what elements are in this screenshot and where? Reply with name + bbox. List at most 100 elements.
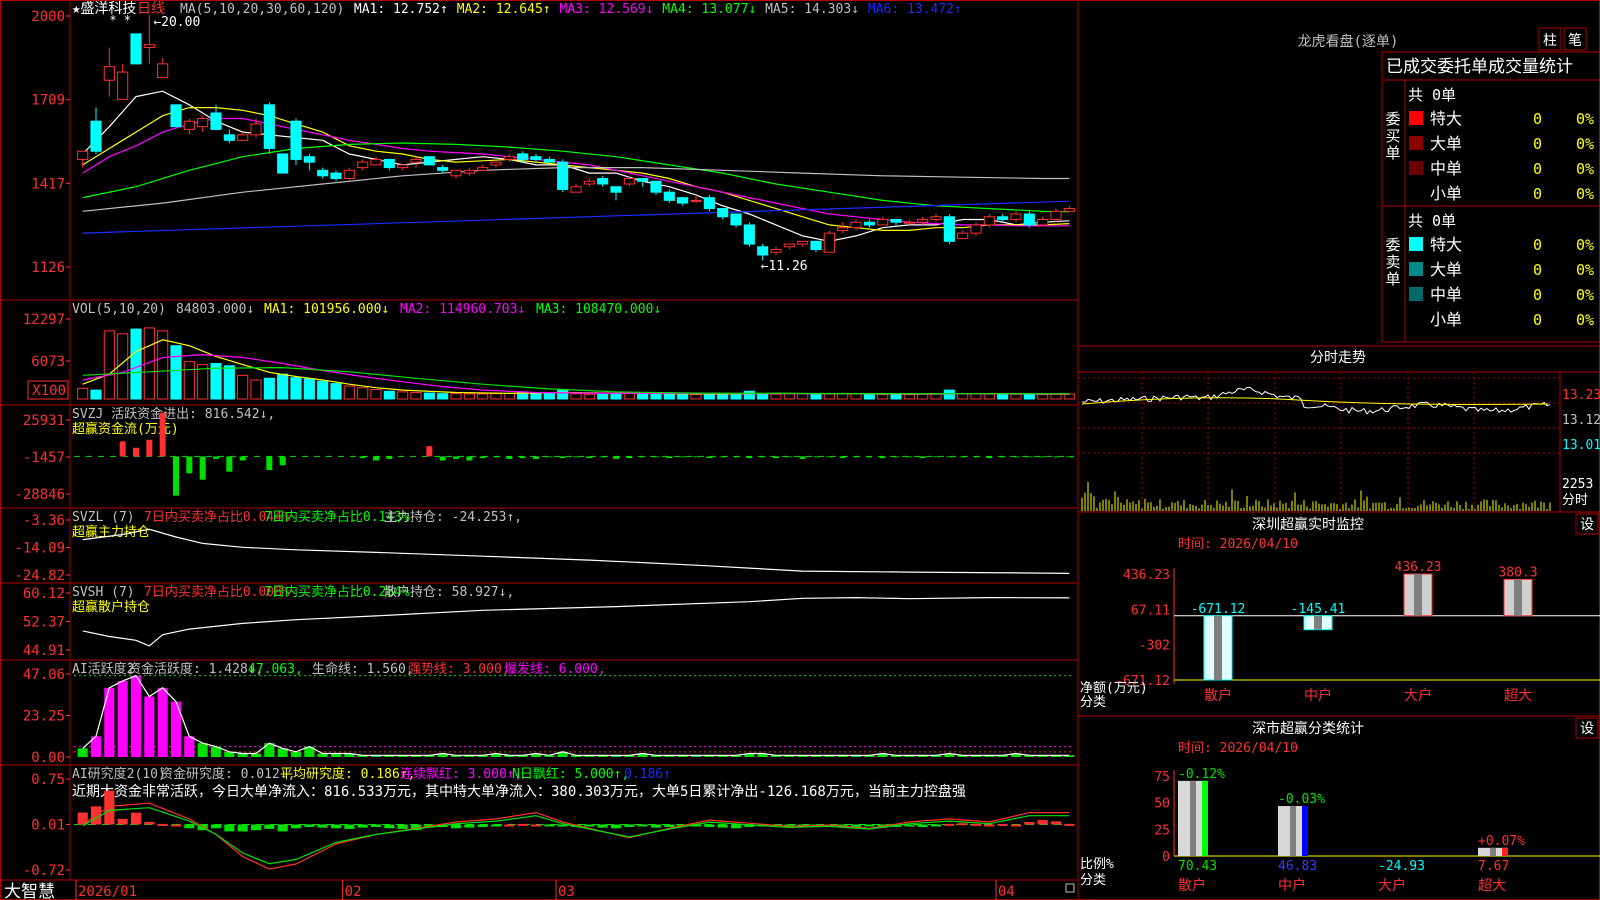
fund-flow-bar[interactable] xyxy=(199,456,206,480)
candle-body[interactable] xyxy=(477,167,489,171)
research-bar[interactable] xyxy=(717,824,728,828)
research-bar[interactable] xyxy=(1064,823,1075,826)
candle-body[interactable] xyxy=(837,227,849,231)
fund-flow-bar[interactable] xyxy=(1039,456,1046,458)
volume-bar[interactable] xyxy=(650,393,662,400)
volume-bar[interactable] xyxy=(917,393,929,400)
volume-bar[interactable] xyxy=(1050,393,1062,400)
fund-flow-bar[interactable] xyxy=(613,456,619,459)
volume-bar[interactable] xyxy=(743,390,755,400)
candle-body[interactable] xyxy=(277,153,289,174)
research-bar[interactable] xyxy=(237,824,248,832)
candle-body[interactable] xyxy=(237,134,249,141)
candle-body[interactable] xyxy=(1050,210,1062,220)
fund-flow-bar[interactable] xyxy=(479,456,486,459)
candle-body[interactable] xyxy=(423,156,435,166)
research-bar[interactable] xyxy=(864,824,875,827)
fund-flow-bar[interactable] xyxy=(186,456,193,474)
fund-flow-bar[interactable] xyxy=(466,456,473,461)
volume-bar[interactable] xyxy=(370,389,382,400)
fund-flow-bar[interactable] xyxy=(653,456,659,458)
volume-bar[interactable] xyxy=(1063,393,1075,400)
volume-bar[interactable] xyxy=(637,393,649,400)
research-bar[interactable] xyxy=(157,823,168,826)
volume-bar[interactable] xyxy=(1023,393,1035,400)
candle-body[interactable] xyxy=(970,224,982,234)
candle-body[interactable] xyxy=(1037,218,1049,226)
volume-bar[interactable] xyxy=(303,378,315,400)
activity-bar[interactable] xyxy=(77,748,88,757)
fund-flow-bar[interactable] xyxy=(426,446,433,457)
research-bar[interactable] xyxy=(490,824,502,827)
volume-bar[interactable] xyxy=(863,393,875,400)
candle-body[interactable] xyxy=(703,197,715,210)
fund-flow-bar[interactable] xyxy=(533,456,539,459)
fund-flow-bar[interactable] xyxy=(986,456,993,459)
volume-bar[interactable] xyxy=(317,380,329,400)
candle-body[interactable] xyxy=(1023,213,1035,226)
volume-bar[interactable] xyxy=(557,389,569,400)
fund-flow-bar[interactable] xyxy=(386,456,393,459)
candle-body[interactable] xyxy=(797,240,809,245)
volume-bar[interactable] xyxy=(237,374,249,400)
fund-flow-bar[interactable] xyxy=(826,456,833,458)
ai-activity-panel[interactable]: AI活跃度2资金活跃度: 1.428↓,47.063, 生命线: 1.560,强势… xyxy=(23,661,1075,766)
volume-bar[interactable] xyxy=(277,373,289,400)
candle-body[interactable] xyxy=(810,240,822,251)
fund-flow-bar[interactable] xyxy=(439,456,446,461)
candle-body[interactable] xyxy=(677,197,689,204)
fund-flow-bar[interactable] xyxy=(506,456,513,459)
activity-bar[interactable] xyxy=(184,736,195,757)
research-bar[interactable] xyxy=(357,824,368,828)
fund-flow-bar[interactable] xyxy=(599,456,606,458)
fund-flow-bar[interactable] xyxy=(999,456,1006,458)
volume-bar[interactable] xyxy=(170,345,182,400)
candle-body[interactable] xyxy=(330,172,342,180)
fund-flow-bar[interactable] xyxy=(786,456,793,458)
volume-bar[interactable] xyxy=(463,393,475,400)
candle-body[interactable] xyxy=(463,169,475,174)
volume-bar[interactable] xyxy=(450,393,462,400)
candle-body[interactable] xyxy=(877,218,889,226)
research-bar[interactable] xyxy=(1010,824,1022,827)
volume-bar[interactable] xyxy=(810,393,822,400)
candle-body[interactable] xyxy=(450,169,462,177)
fund-flow-bar[interactable] xyxy=(693,456,699,458)
fund-flow-bar[interactable] xyxy=(719,456,726,458)
candle-body[interactable] xyxy=(143,44,155,48)
research-bar[interactable] xyxy=(317,824,328,828)
fund-flow-bar[interactable] xyxy=(626,456,633,459)
volume-bar[interactable] xyxy=(970,393,982,400)
ai-research-panel[interactable]: AI研究度2(10)资金研究度: 0.012↓,平均研究度: 0.186↑,连续… xyxy=(23,766,1075,879)
retail-holding-panel[interactable]: SVSH (7) 7日内买卖净占比0.008%7日内买卖净占比0.284%散户持仓… xyxy=(23,584,1070,659)
volume-bar[interactable] xyxy=(610,393,622,400)
volume-bar[interactable] xyxy=(823,393,835,400)
fund-flow-bar[interactable] xyxy=(573,456,579,458)
candle-body[interactable] xyxy=(903,221,915,224)
volume-bar[interactable] xyxy=(850,393,862,400)
volume-bar[interactable] xyxy=(583,393,595,400)
fund-flow-bar[interactable] xyxy=(853,456,859,458)
volume-bar[interactable] xyxy=(103,330,115,400)
candle-body[interactable] xyxy=(397,164,409,169)
fund-flow-bar[interactable] xyxy=(133,447,139,457)
candle-body[interactable] xyxy=(263,104,275,149)
fund-flow-bar[interactable] xyxy=(559,456,566,459)
volume-bar[interactable] xyxy=(797,393,809,400)
main-holding-panel[interactable]: SVZL (7) 7日内买卖净占比0.044%7日内买卖净占比0.143%主力持仓… xyxy=(14,509,1070,584)
candle-body[interactable] xyxy=(730,213,742,226)
volume-bar[interactable] xyxy=(130,328,142,400)
candle-body[interactable] xyxy=(503,156,515,160)
volume-bar[interactable] xyxy=(343,385,355,400)
candle-body[interactable] xyxy=(917,218,929,223)
fund-flow-bar[interactable] xyxy=(946,456,953,458)
fund-flow-bar[interactable] xyxy=(373,456,379,461)
candle-body[interactable] xyxy=(383,158,395,169)
candle-body[interactable] xyxy=(557,161,569,190)
activity-bar[interactable] xyxy=(197,743,208,757)
volume-bar[interactable] xyxy=(570,393,582,400)
research-bar[interactable] xyxy=(130,812,142,825)
research-bar[interactable] xyxy=(984,824,995,827)
candle-body[interactable] xyxy=(583,180,595,185)
candle-body[interactable] xyxy=(930,216,942,220)
